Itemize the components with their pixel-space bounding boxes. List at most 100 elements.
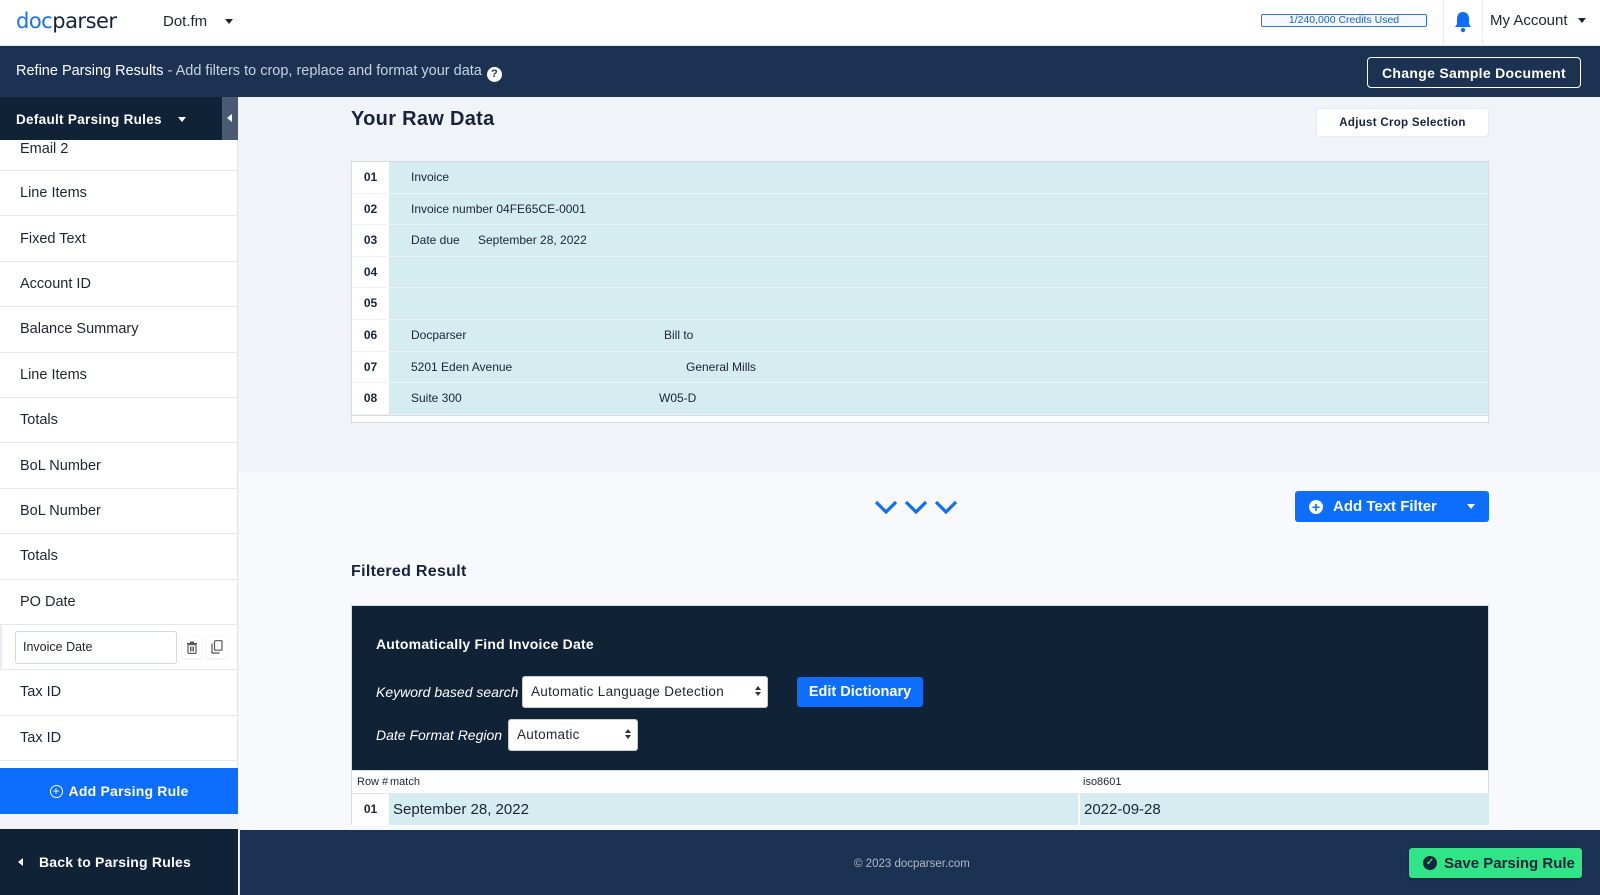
delete-rule-button[interactable] — [182, 636, 202, 659]
collapse-sidebar-button[interactable] — [222, 97, 238, 140]
parsing-rules-dropdown[interactable]: Default Parsing Rules — [0, 97, 238, 140]
top-nav: docparser Dot.fm 1/240,000 Credits Used … — [0, 0, 1600, 46]
flow-arrows — [874, 500, 958, 514]
raw-text-fragment: 5201 Eden Avenue — [411, 359, 513, 374]
chevron-down-icon — [904, 500, 928, 514]
sidebar-item-label: BoL Number — [20, 502, 101, 519]
sidebar-item-label: Fixed Text — [20, 230, 86, 247]
sidebar-item[interactable]: Totals — [0, 398, 238, 444]
rule-name-input[interactable] — [15, 630, 177, 664]
sidebar-item[interactable]: Balance Summary — [0, 307, 238, 353]
save-parsing-rule-button[interactable]: ✓ Save Parsing Rule — [1409, 848, 1582, 878]
raw-row-number: 05 — [352, 288, 389, 320]
keyword-search-select[interactable]: Automatic Language Detection — [522, 676, 768, 708]
logo-text-parser: parser — [52, 9, 117, 33]
raw-row-text: Date due September 28, 2022 — [389, 225, 1488, 257]
nav-divider — [1443, 0, 1444, 46]
nav-divider — [1482, 0, 1483, 46]
page-title-text: Refine Parsing Results — [16, 63, 164, 79]
sidebar-spacer — [0, 814, 238, 829]
sidebar-item[interactable]: Line Items — [0, 171, 238, 217]
logo-text-doc: doc — [16, 9, 53, 33]
back-label: Back to Parsing Rules — [39, 854, 192, 870]
sidebar-item[interactable]: PO Date — [0, 580, 238, 625]
caret-left-icon — [18, 858, 23, 866]
raw-row-number: 08 — [352, 383, 389, 415]
raw-text-fragment: Date due — [411, 233, 460, 248]
column-header-row: Row # — [357, 776, 389, 788]
raw-data-row: 02 Invoice number 04FE65CE-0001 — [352, 193, 1488, 226]
caret-down-icon[interactable] — [1467, 504, 1475, 509]
docparser-logo[interactable]: docparser — [16, 9, 117, 33]
add-parsing-rule-button[interactable]: + Add Parsing Rule — [0, 768, 238, 814]
raw-row-text: Invoice number 04FE65CE-0001 — [389, 193, 1488, 226]
page-header: Refine Parsing Results - Add filters to … — [0, 46, 1600, 97]
caret-down-icon — [178, 117, 186, 122]
chevron-down-icon — [934, 500, 958, 514]
raw-row-number: 07 — [352, 351, 389, 384]
sidebar-item[interactable]: Line Items — [0, 353, 238, 398]
raw-data-row: 01 Invoice — [352, 162, 1488, 194]
sidebar-item-label: Line Items — [20, 185, 87, 202]
sidebar-item[interactable]: Email 2 — [0, 140, 238, 171]
column-header-match: match — [390, 776, 420, 788]
raw-row-text: Invoice — [389, 162, 1488, 194]
duplicate-rule-button[interactable] — [207, 636, 227, 659]
raw-text-fragment: Suite 300 — [411, 391, 462, 406]
sidebar-item-label: Totals — [20, 548, 58, 565]
add-text-filter-button[interactable]: + Add Text Filter — [1295, 491, 1489, 522]
add-parsing-rule-label: Add Parsing Rule — [68, 783, 189, 799]
help-icon[interactable]: ? — [486, 67, 502, 82]
raw-row-text: Docparser Bill to — [389, 320, 1488, 352]
change-sample-document-button[interactable]: Change Sample Document — [1367, 57, 1581, 88]
sidebar-item[interactable]: Tax ID — [0, 716, 238, 762]
sidebar-item[interactable]: BoL Number — [0, 489, 238, 535]
sidebar: Default Parsing Rules Email 2 Line Items… — [0, 97, 238, 895]
invoice-date-filter-panel: Automatically Find Invoice Date Keyword … — [351, 605, 1489, 771]
sidebar-item[interactable]: Fixed Text — [0, 216, 238, 262]
date-format-region-value: Automatic — [517, 727, 580, 742]
trash-icon — [187, 641, 197, 654]
back-to-parsing-rules-button[interactable]: Back to Parsing Rules — [0, 829, 238, 895]
result-iso8601-cell: 2022-09-28 — [1080, 794, 1489, 825]
bell-icon[interactable] — [1453, 11, 1473, 33]
check-circle-icon: ✓ — [1423, 856, 1437, 870]
raw-data-row: 08 Suite 300 W05-D — [352, 383, 1488, 415]
filtered-result-title: Filtered Result — [351, 563, 467, 580]
caret-down-icon — [1577, 18, 1586, 23]
sidebar-item[interactable]: BoL Number — [0, 443, 238, 489]
sidebar-item[interactable]: Tax ID — [0, 670, 238, 716]
sidebar-item-active — [0, 624, 238, 671]
add-text-filter-label: Add Text Filter — [1333, 498, 1437, 515]
result-match-cell: September 28, 2022 — [389, 794, 1080, 825]
horizontal-scrollbar[interactable] — [352, 415, 1488, 422]
raw-row-text: 5201 Eden Avenue General Mills — [389, 351, 1488, 384]
plus-circle-icon: + — [49, 784, 63, 798]
sidebar-item-label: Line Items — [20, 366, 87, 383]
sidebar-item-label: PO Date — [20, 593, 76, 610]
edit-dictionary-button[interactable]: Edit Dictionary — [797, 677, 923, 707]
plus-circle-icon: + — [1309, 499, 1323, 514]
sidebar-header-label: Default Parsing Rules — [16, 112, 162, 127]
column-header-iso8601: iso8601 — [1083, 776, 1122, 788]
adjust-crop-selection-button[interactable]: Adjust Crop Selection — [1316, 108, 1489, 137]
raw-text-fragment: W05-D — [659, 391, 697, 406]
footer: © 2023 docparser.com — [239, 830, 1600, 895]
sidebar-item[interactable]: Account ID — [0, 262, 238, 308]
copy-icon — [211, 640, 223, 654]
date-format-region-select[interactable]: Automatic — [508, 719, 638, 751]
raw-text-fragment: Docparser — [411, 328, 467, 342]
credits-usage-bar: 1/240,000 Credits Used — [1261, 14, 1427, 27]
sidebar-item[interactable]: Totals — [0, 534, 238, 580]
my-account-dropdown[interactable]: My Account — [1490, 12, 1586, 29]
chevron-down-icon — [874, 500, 898, 514]
sidebar-item-label: Tax ID — [20, 684, 62, 701]
workspace-dropdown[interactable]: Dot.fm — [163, 13, 234, 30]
filter-panel-title: Automatically Find Invoice Date — [376, 636, 594, 652]
page-title: Refine Parsing Results - Add filters to … — [16, 63, 502, 82]
raw-row-text — [389, 256, 1488, 289]
raw-text-fragment: Invoice number 04FE65CE-0001 — [411, 201, 586, 216]
keyword-search-label: Keyword based search — [376, 684, 519, 700]
raw-row-number: 02 — [352, 193, 389, 226]
sidebar-item-label: Totals — [20, 412, 58, 429]
